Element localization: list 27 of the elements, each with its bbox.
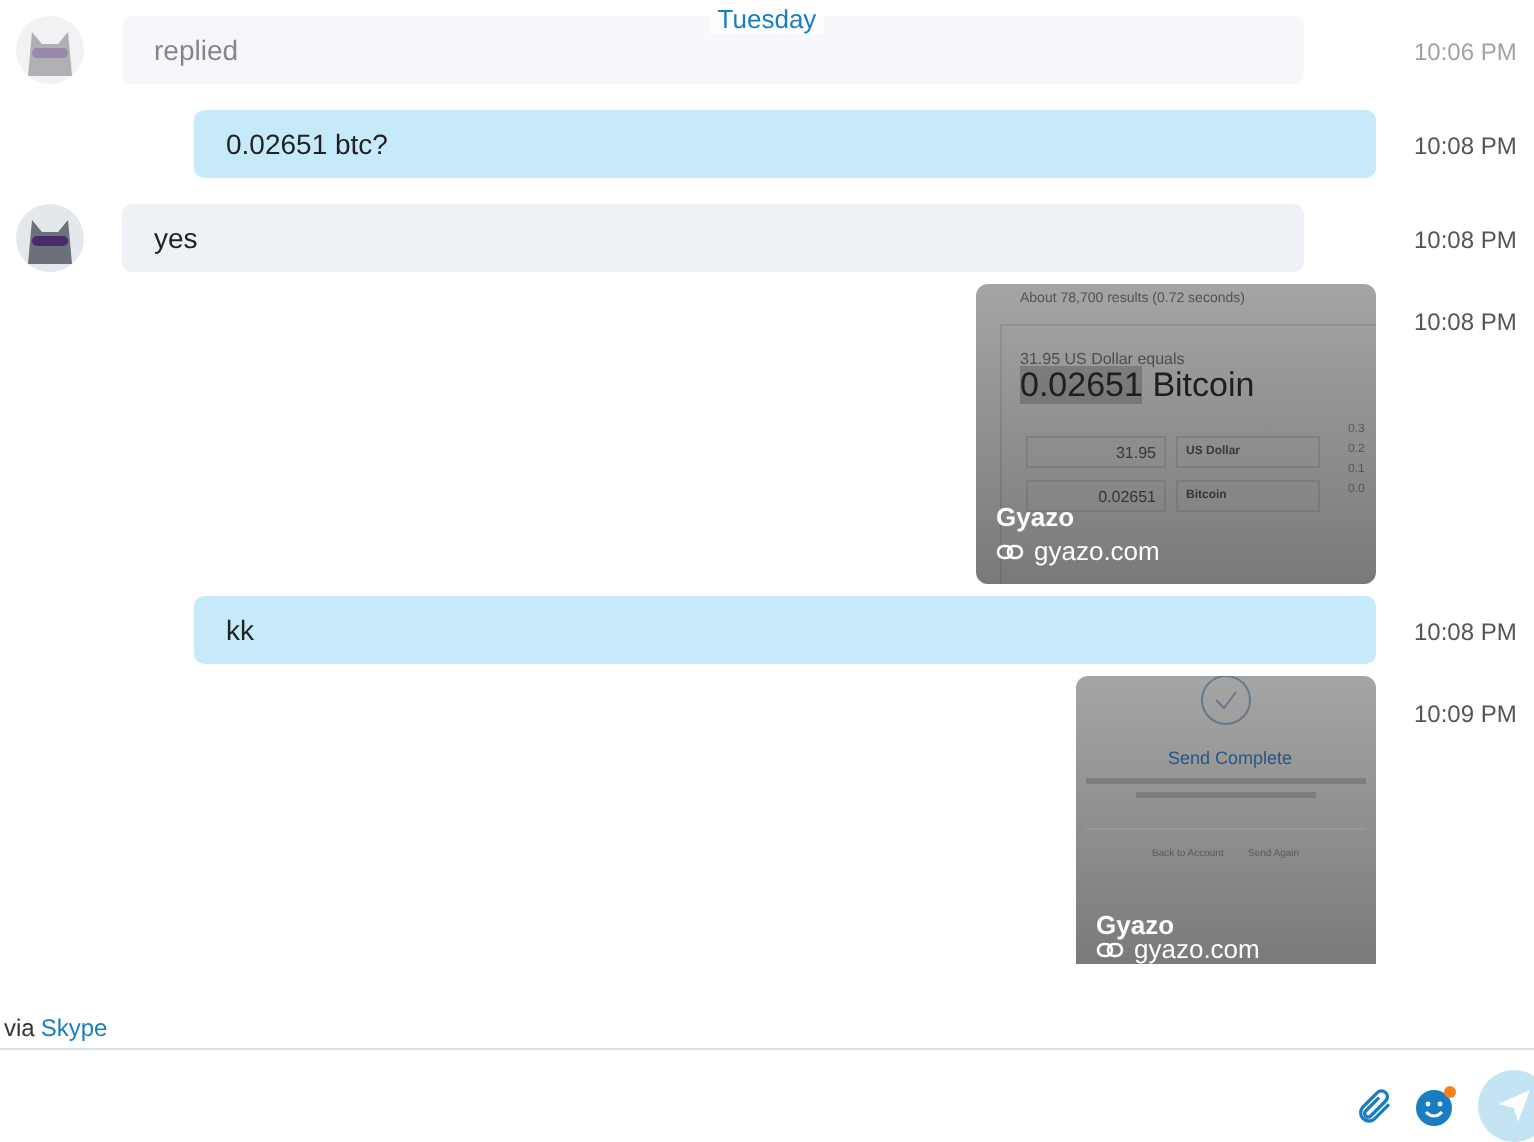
- message-time: 10:06 PM: [1414, 38, 1519, 66]
- message-time: 10:08 PM: [1414, 132, 1519, 160]
- message-time: 10:08 PM: [1414, 618, 1519, 646]
- via-label: via: [4, 1014, 35, 1042]
- check-icon: [1200, 676, 1252, 726]
- conversion-result: 0.02651 Bitcoin: [1020, 366, 1255, 406]
- message-bubble: yes: [122, 204, 1304, 272]
- link-icon: [1096, 939, 1124, 959]
- send-icon: [1496, 1088, 1532, 1124]
- avatar: [16, 204, 84, 272]
- message-time: 10:09 PM: [1414, 700, 1519, 728]
- preview-site-name: Gyazo: [1096, 910, 1175, 940]
- preview-url: gyazo.com: [1134, 934, 1260, 964]
- link-icon: [996, 541, 1024, 561]
- emoji-icon[interactable]: [1414, 1084, 1458, 1128]
- skype-link[interactable]: Skype: [40, 1014, 108, 1042]
- message-time: 10:08 PM: [1414, 226, 1519, 254]
- avatar: [16, 16, 84, 84]
- amount-field: 0.02651: [1026, 480, 1166, 512]
- message-bubble: 0.02651 btc?: [194, 110, 1376, 178]
- preview-url: gyazo.com: [1034, 536, 1160, 566]
- conversion-label: 31.95 US Dollar equals: [1020, 350, 1185, 368]
- message-time: 10:08 PM: [1414, 308, 1519, 336]
- amount-field: 31.95: [1026, 436, 1166, 468]
- paperclip-icon[interactable]: [1354, 1086, 1394, 1126]
- send-complete-title: Send Complete: [1168, 748, 1293, 768]
- message-bubble: kk: [194, 596, 1376, 664]
